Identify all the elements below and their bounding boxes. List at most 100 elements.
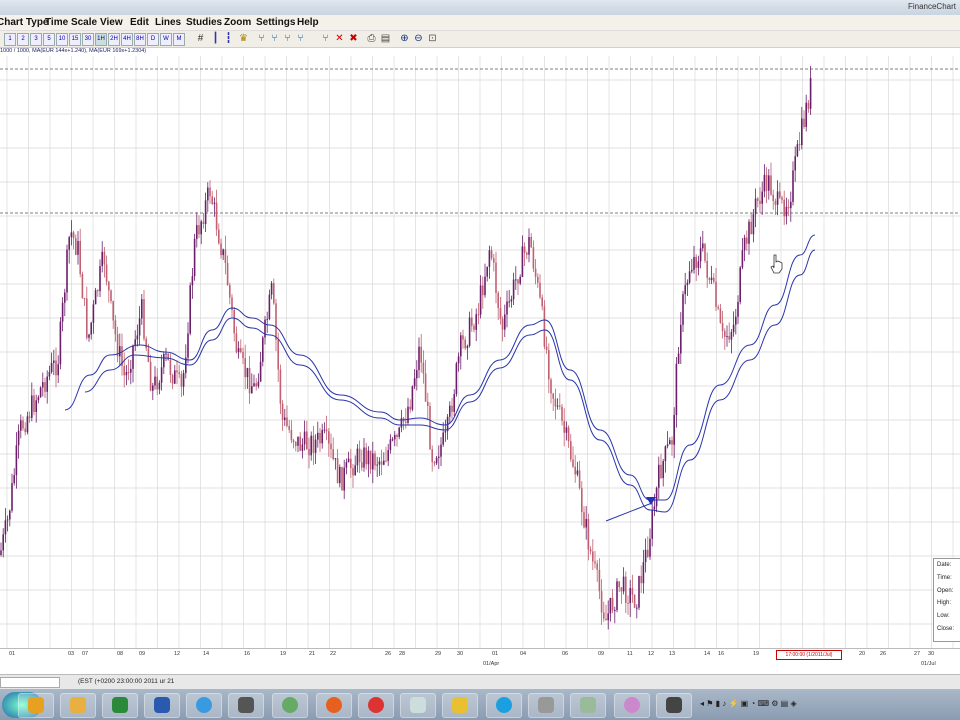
notes-icon[interactable]: [442, 693, 478, 718]
fork-icon[interactable]: ⑂: [256, 33, 267, 44]
zoom-out-icon[interactable]: ⊖: [413, 33, 424, 44]
candle-body: [44, 382, 46, 392]
candle-body: [607, 613, 609, 621]
candle-body: [319, 432, 321, 444]
candle-body: [528, 237, 530, 255]
timeframe-button[interactable]: 4H: [121, 33, 133, 46]
firefox-icon[interactable]: [316, 693, 352, 718]
candle-body: [182, 373, 185, 387]
candle-body: [411, 386, 414, 410]
candle-body: [805, 102, 807, 127]
timeframe-button[interactable]: 8H: [134, 33, 146, 46]
menu-chart-type[interactable]: Chart Type: [0, 17, 49, 28]
candle-body: [534, 268, 537, 277]
mail-icon[interactable]: [400, 693, 436, 718]
x-tick-label: 22: [330, 651, 337, 657]
word-icon[interactable]: [144, 693, 180, 718]
crown-icon[interactable]: ♛: [238, 33, 249, 44]
timeframe-button[interactable]: 15: [69, 33, 81, 46]
candle-body: [178, 372, 180, 375]
zoom-in-icon[interactable]: ⊕: [399, 33, 410, 44]
candle-body: [22, 420, 24, 429]
chart-app-icon[interactable]: [228, 693, 264, 718]
candle-body: [193, 238, 196, 277]
timeframe-button[interactable]: D: [147, 33, 159, 46]
zoom-reset-icon[interactable]: ⊡: [427, 33, 438, 44]
candle-body: [352, 468, 354, 476]
candle-body: [266, 319, 268, 321]
timeframe-button-selected[interactable]: 1H: [95, 33, 107, 46]
grid-icon[interactable]: #: [195, 33, 206, 44]
candle-body: [240, 348, 242, 353]
fork-icon[interactable]: ⑂: [269, 33, 280, 44]
candle-body: [638, 575, 640, 608]
timeframe-button[interactable]: 2: [17, 33, 29, 46]
print-icon[interactable]: ⎙: [366, 33, 377, 44]
candle-body: [28, 416, 31, 418]
skype-icon[interactable]: [486, 693, 522, 718]
globe-icon[interactable]: [272, 693, 308, 718]
timeframe-button[interactable]: M: [173, 33, 185, 46]
fork-icon[interactable]: ⑂: [295, 33, 306, 44]
delete-icon[interactable]: ✕: [334, 33, 345, 44]
candle-body: [697, 261, 700, 268]
menu-view[interactable]: View: [100, 17, 123, 28]
candle-body: [807, 102, 810, 109]
menu-settings[interactable]: Settings: [256, 17, 295, 28]
timeframe-button[interactable]: 2H: [108, 33, 120, 46]
candle-body: [284, 417, 286, 420]
chat-icon[interactable]: [614, 693, 650, 718]
timeframe-button[interactable]: 1: [4, 33, 16, 46]
candle-icon[interactable]: ┃: [210, 33, 221, 44]
delete-all-icon[interactable]: ✖: [348, 33, 359, 44]
fork-icon[interactable]: ⑂: [320, 33, 331, 44]
save-icon[interactable]: ▤: [380, 33, 391, 44]
candle-body: [257, 381, 260, 387]
timeframe-button[interactable]: 30: [82, 33, 94, 46]
menu-studies[interactable]: Studies: [186, 17, 222, 28]
candle-body: [147, 348, 150, 362]
candle-body: [290, 429, 293, 441]
folder-icon[interactable]: [60, 693, 96, 718]
timeframe-button[interactable]: 3: [30, 33, 42, 46]
candle-body: [642, 562, 645, 584]
timeframe-button[interactable]: 10: [56, 33, 68, 46]
candle-body: [405, 421, 407, 423]
candle-body: [515, 279, 517, 281]
menu-lines[interactable]: Lines: [155, 17, 181, 28]
price-chart[interactable]: [0, 56, 960, 648]
x-tick-label: 26: [385, 651, 392, 657]
candle-body: [605, 618, 607, 621]
candle-body: [42, 382, 44, 388]
menu-help[interactable]: Help: [297, 17, 319, 28]
system-tray[interactable]: ◂ ⚑ ▮ ♪ ⚡ ▣ ◔ ⌨ ⚙ ▤ ◈: [700, 699, 797, 708]
timeframe-button[interactable]: 5: [43, 33, 55, 46]
timeframe-button[interactable]: W: [160, 33, 172, 46]
candle-body: [631, 588, 634, 595]
ledger-icon[interactable]: [570, 693, 606, 718]
title-bar: FinanceChart: [0, 0, 960, 15]
taskbar: ◂ ⚑ ▮ ♪ ⚡ ▣ ◔ ⌨ ⚙ ▤ ◈: [0, 689, 960, 720]
media-player-icon[interactable]: [18, 693, 54, 718]
candle-body: [517, 279, 519, 284]
menu-edit[interactable]: Edit: [130, 17, 149, 28]
candle-body: [321, 429, 323, 444]
candle-body: [308, 448, 310, 456]
menu-time-scale[interactable]: Time Scale: [45, 17, 97, 28]
candle-body: [270, 283, 273, 295]
candle-body: [275, 303, 277, 340]
bar-icon[interactable]: ┇: [223, 33, 234, 44]
fork-icon[interactable]: ⑂: [282, 33, 293, 44]
candle-body: [114, 320, 117, 335]
tools-icon[interactable]: [656, 693, 692, 718]
candle-body: [387, 450, 389, 461]
candle-body: [526, 252, 528, 255]
ie-icon[interactable]: [186, 693, 222, 718]
chrome-icon[interactable]: [358, 693, 394, 718]
candle-body: [779, 191, 781, 198]
candle-body: [781, 197, 783, 200]
status-input[interactable]: [0, 677, 60, 688]
excel-icon[interactable]: [102, 693, 138, 718]
menu-zoom[interactable]: Zoom: [224, 17, 251, 28]
chart-icon[interactable]: [528, 693, 564, 718]
